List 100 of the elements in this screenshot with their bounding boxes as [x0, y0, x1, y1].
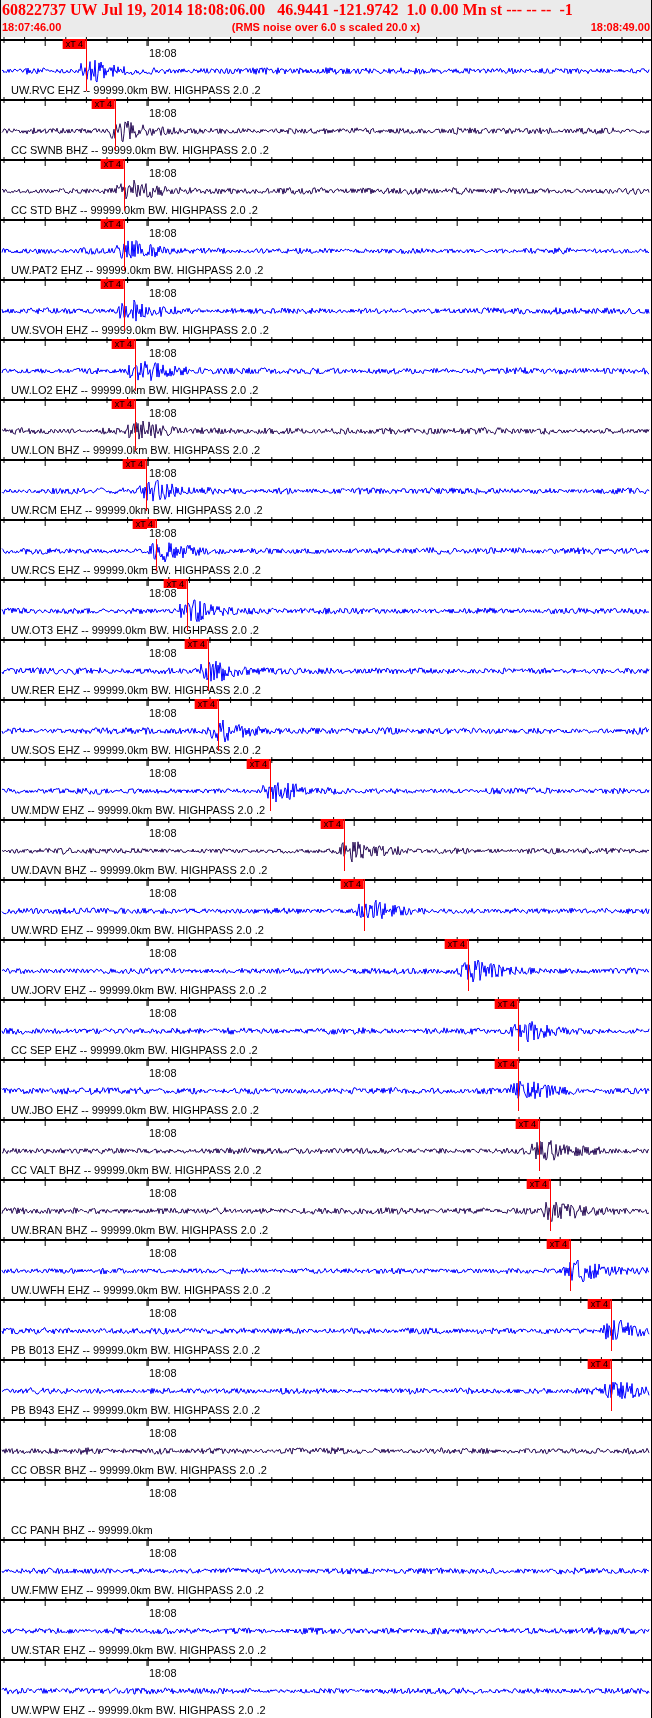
- station-label: UW.RCM EHZ -- 99999.0km BW. HIGHPASS 2.0 .2: [11, 504, 263, 517]
- time-label: 18:08: [147, 1368, 177, 1379]
- pick-line: [218, 699, 219, 751]
- station-label: CC SWNB BHZ -- 99999.0km BW. HIGHPASS 2.0 .2: [11, 144, 269, 157]
- pick-marker: xT 4: [194, 699, 218, 709]
- station-label: CC OBSR BHZ -- 99999.0km BW. HIGHPASS 2.0 .2: [11, 1464, 267, 1477]
- pick-line: [86, 39, 87, 91]
- pick-line: [135, 339, 136, 391]
- station-label: UW.BRAN BHZ -- 99999.0km BW. HIGHPASS 2.0 .2: [11, 1224, 269, 1237]
- station-label: UW.STAR EHZ -- 99999.0km BW. HIGHPASS 2.0 .2: [11, 1644, 267, 1657]
- pick-marker: xT 4: [494, 999, 518, 1009]
- pick-line: [156, 519, 157, 571]
- time-label: 18:08: [147, 528, 177, 539]
- station-label: UW.SVOH EHZ -- 99999.0km BW. HIGHPASS 2.0 .2: [11, 324, 269, 337]
- time-label: 18:08: [147, 1188, 177, 1199]
- station-label: UW.SOS EHZ -- 99999.0km BW. HIGHPASS 2.0 .2: [11, 744, 261, 757]
- station-label: UW.FMW EHZ -- 99999.0km BW. HIGHPASS 2.0 .2: [11, 1584, 264, 1597]
- pick-marker: xT 4: [515, 1119, 539, 1129]
- pick-marker: xT 4: [587, 1359, 611, 1369]
- pick-line: [187, 579, 188, 631]
- pick-marker: xT 4: [62, 39, 86, 49]
- pick-marker: xT 4: [100, 159, 124, 169]
- pick-marker: xT 4: [444, 939, 468, 949]
- station-label: UW.WRD EHZ -- 99999.0km BW. HIGHPASS 2.0 .2: [11, 924, 264, 937]
- event-title: 60822737 UW Jul 19, 2014 18:08:06.00 46.9441 -121.9742 1.0 0.00 Mn st --- -- -- -1: [2, 0, 574, 20]
- station-label: UW.LON BHZ -- 99999.0km BW. HIGHPASS 2.0 .2: [11, 444, 261, 457]
- time-label: 18:08: [147, 1608, 177, 1619]
- pick-marker: xT 4: [246, 759, 270, 769]
- pick-line: [115, 99, 116, 151]
- pick-line: [135, 399, 136, 451]
- pick-line: [344, 819, 345, 871]
- pick-marker: xT 4: [91, 99, 115, 109]
- station-label: UW.RER EHZ -- 99999.0km BW. HIGHPASS 2.0 .2: [11, 684, 261, 697]
- station-label: CC SEP EHZ -- 99999.0km BW. HIGHPASS 2.0 .2: [11, 1044, 258, 1057]
- pick-line: [611, 1359, 612, 1411]
- pick-line: [208, 639, 209, 691]
- pick-marker: xT 4: [184, 639, 208, 649]
- pick-marker: xT 4: [132, 519, 156, 529]
- pick-line: [539, 1119, 540, 1171]
- station-label: CC STD BHZ -- 99999.0km BW. HIGHPASS 2.0 .2: [11, 204, 258, 217]
- time-label: 18:08: [147, 408, 177, 419]
- pick-marker: xT 4: [122, 459, 146, 469]
- station-label: UW.MDW EHZ -- 99999.0km BW. HIGHPASS 2.0 .2: [11, 804, 266, 817]
- time-label: 18:08: [147, 828, 177, 839]
- time-label: 18:08: [147, 1488, 177, 1499]
- pick-line: [124, 219, 125, 271]
- time-label: 18:08: [147, 288, 177, 299]
- time-label: 18:08: [147, 888, 177, 899]
- time-label: 18:08: [147, 228, 177, 239]
- station-label: UW.JORV EHZ -- 99999.0km BW. HIGHPASS 2.0 .2: [11, 984, 267, 997]
- pick-line: [518, 1059, 519, 1111]
- time-label: 18:08: [147, 348, 177, 359]
- pick-line: [570, 1239, 571, 1291]
- time-label: 18:08: [147, 1128, 177, 1139]
- pick-marker: xT 4: [587, 1299, 611, 1309]
- start-time: 18:07:46.00: [2, 20, 62, 34]
- station-label: CC VALT BHZ -- 99999.0km BW. HIGHPASS 2.0 .2: [11, 1164, 262, 1177]
- pick-marker: xT 4: [494, 1059, 518, 1069]
- pick-marker: xT 4: [163, 579, 187, 589]
- pick-marker: xT 4: [100, 279, 124, 289]
- time-label: 18:08: [147, 1668, 177, 1679]
- pick-marker: xT 4: [546, 1239, 570, 1249]
- scale-note: (RMS noise over 6.0 s scaled 20.0 x): [231, 20, 421, 34]
- time-label: 18:08: [147, 108, 177, 119]
- pick-marker: xT 4: [111, 399, 135, 409]
- time-label: 18:08: [147, 48, 177, 59]
- time-label: 18:08: [147, 1548, 177, 1559]
- station-label: UW.DAVN BHZ -- 99999.0km BW. HIGHPASS 2.0 .2: [11, 864, 268, 877]
- pick-line: [124, 159, 125, 211]
- pick-line: [611, 1299, 612, 1351]
- pick-marker: xT 4: [100, 219, 124, 229]
- pick-line: [518, 999, 519, 1051]
- station-label: UW.JBO EHZ -- 99999.0km BW. HIGHPASS 2.0 .2: [11, 1104, 259, 1117]
- time-label: 18:08: [147, 468, 177, 479]
- pick-line: [468, 939, 469, 991]
- time-label: 18:08: [147, 1428, 177, 1439]
- station-label: UW.UWFH EHZ -- 99999.0km BW. HIGHPASS 2.0 .2: [11, 1284, 271, 1297]
- pick-marker: xT 4: [340, 879, 364, 889]
- pick-line: [364, 879, 365, 931]
- station-label: CC PANH BHZ -- 99999.0km: [11, 1524, 153, 1537]
- time-label: 18:08: [147, 168, 177, 179]
- station-label: UW.LO2 EHZ -- 99999.0km BW. HIGHPASS 2.0 .2: [11, 384, 259, 397]
- pick-line: [124, 279, 125, 331]
- time-label: 18:08: [147, 1248, 177, 1259]
- time-label: 18:08: [147, 1308, 177, 1319]
- station-label: UW.RVC EHZ -- 99999.0km BW. HIGHPASS 2.0 .2: [11, 84, 261, 97]
- time-label: 18:08: [147, 588, 177, 599]
- pick-marker: xT 4: [111, 339, 135, 349]
- station-label: UW.WPW EHZ -- 99999.0km BW. HIGHPASS 2.0 .2: [11, 1704, 266, 1717]
- time-label: 18:08: [147, 708, 177, 719]
- station-label: UW.PAT2 EHZ -- 99999.0km BW. HIGHPASS 2.0 .2: [11, 264, 264, 277]
- pick-marker: xT 4: [526, 1179, 550, 1189]
- time-label: 18:08: [147, 1008, 177, 1019]
- pick-marker: xT 4: [320, 819, 344, 829]
- station-label: PB B013 EHZ -- 99999.0km BW. HIGHPASS 2.0 .2: [11, 1344, 261, 1357]
- pick-line: [270, 759, 271, 811]
- station-label: UW.OT3 EHZ -- 99999.0km BW. HIGHPASS 2.0 .2: [11, 624, 259, 637]
- pick-line: [550, 1179, 551, 1231]
- pick-line: [146, 459, 147, 511]
- time-label: 18:08: [147, 1068, 177, 1079]
